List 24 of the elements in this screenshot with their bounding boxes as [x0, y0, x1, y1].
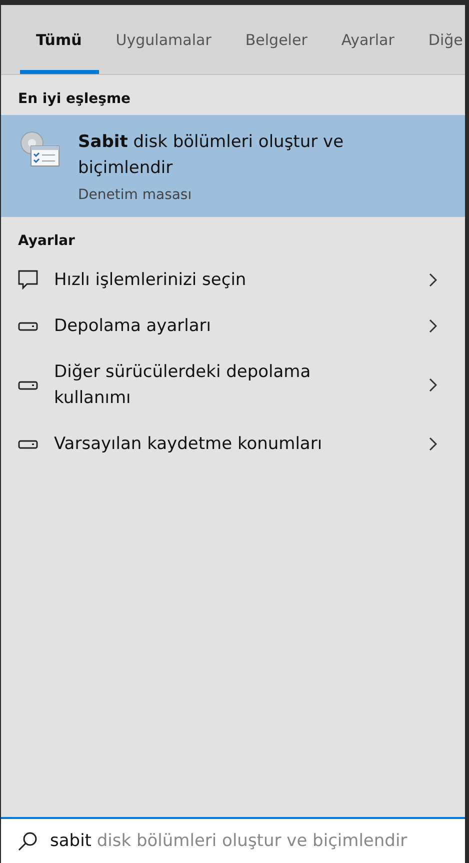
chevron-right-icon[interactable]: [429, 273, 437, 287]
drive-icon: [18, 440, 38, 448]
section-heading: Ayarlar: [17, 232, 76, 251]
speech-bubble-icon: [18, 270, 38, 290]
result-category: Denetim masası: [78, 187, 193, 203]
tab[interactable]: Uygulamalar: [98, 5, 228, 74]
search-field[interactable]: sabit disk bölümleri oluştur ve biçimlendir: [1, 817, 465, 863]
search-icon: [18, 831, 38, 851]
settings-result[interactable]: Diğer sürücülerdeki depolama kullanımı: [54, 359, 344, 411]
drive-icon: [18, 322, 38, 330]
tab[interactable]: Ayarlar: [324, 5, 412, 74]
chevron-right-icon[interactable]: [429, 437, 437, 451]
drive-icon: [18, 380, 38, 390]
section-heading: En iyi eşleşme: [17, 90, 132, 109]
tab[interactable]: Diğe: [411, 5, 465, 74]
settings-result[interactable]: Hızlı işlemlerinizi seçin: [54, 267, 344, 293]
settings-result[interactable]: Depolama ayarları: [54, 313, 344, 339]
tab[interactable]: Tümü: [20, 5, 99, 74]
best-match-item[interactable]: Sabit disk bölümleri oluştur ve biçimlendir Denetim masası: [1, 115, 465, 217]
tab[interactable]: Belgeler: [228, 5, 324, 74]
settings-result[interactable]: Varsayılan kaydetme konumları: [54, 431, 344, 457]
result-title: Sabit disk bölümleri oluştur ve biçimlendir: [78, 131, 345, 180]
chevron-right-icon[interactable]: [429, 378, 437, 392]
chevron-right-icon[interactable]: [429, 319, 437, 333]
